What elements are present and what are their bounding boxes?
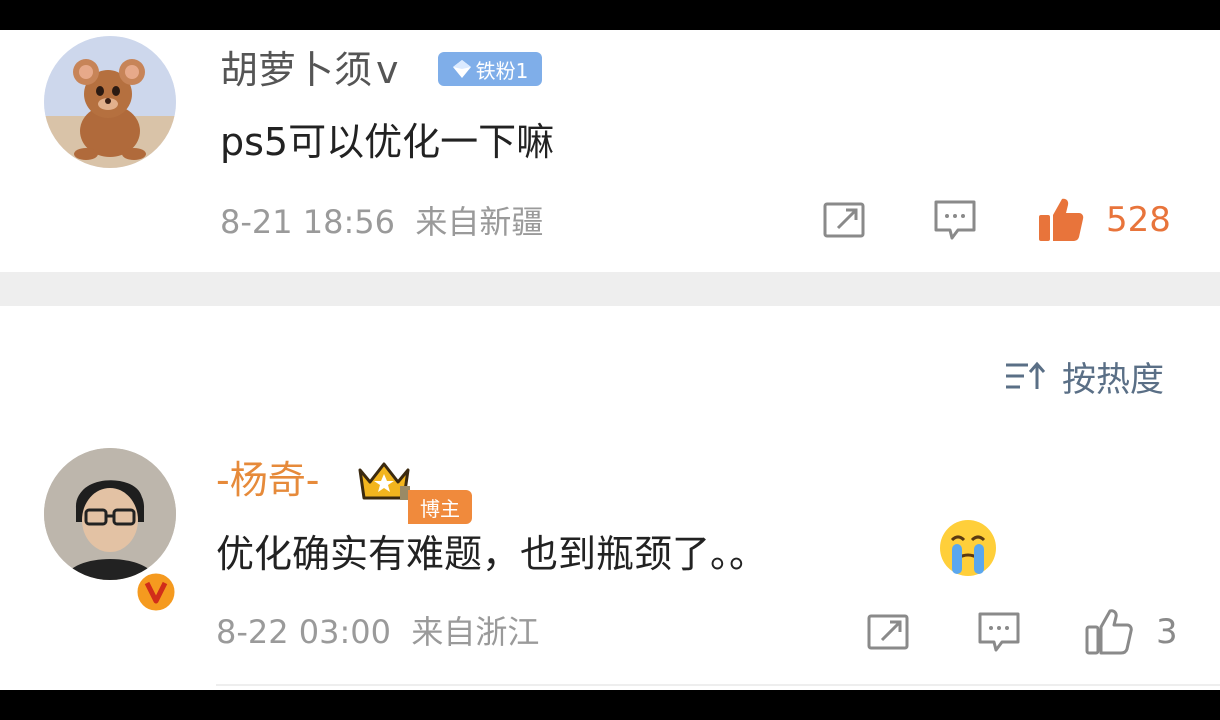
like-count: 3: [1156, 612, 1178, 652]
sort-label: 按热度: [1062, 359, 1164, 400]
crying-face-emoji: [940, 520, 996, 576]
like-button[interactable]: 3: [1084, 606, 1178, 658]
bottom-divider: [216, 684, 1220, 686]
comment-meta: 8-22 03:00 来自浙江: [216, 613, 540, 651]
reply-icon[interactable]: [976, 610, 1022, 654]
avatar[interactable]: [44, 448, 176, 580]
verified-v-icon: [134, 570, 178, 614]
comment-panel: 胡萝卜须 v 铁粉1 ps5可以优化一下嘛 8-21 18:56 来自新疆 52…: [0, 30, 1220, 690]
crown-icon: [358, 462, 410, 500]
username-text: 胡萝卜须: [220, 48, 373, 92]
comment-meta: 8-21 18:56 来自新疆: [220, 203, 544, 241]
thumbs-up-icon: [1085, 609, 1133, 655]
thumbs-up-icon: [1039, 198, 1084, 241]
sort-button[interactable]: 按热度: [1004, 352, 1164, 400]
fan-badge-label: 铁粉1: [475, 58, 529, 83]
verified-suffix: v: [376, 48, 399, 92]
sort-icon: [1006, 361, 1046, 389]
reply-icon[interactable]: [932, 198, 978, 242]
share-icon[interactable]: [866, 612, 912, 652]
comment-text[interactable]: 优化确实有难题，也到瓶颈了。。: [216, 524, 767, 584]
share-icon[interactable]: [822, 200, 868, 240]
section-divider: [0, 272, 1220, 306]
avatar[interactable]: [44, 36, 176, 168]
like-button[interactable]: 528: [1036, 194, 1171, 246]
fan-badge[interactable]: 铁粉1: [438, 52, 542, 86]
username[interactable]: 胡萝卜须 v: [220, 42, 399, 98]
comment-text[interactable]: ps5可以优化一下嘛: [220, 114, 554, 170]
blogger-badge[interactable]: 博主: [408, 490, 472, 524]
username[interactable]: -杨奇-: [216, 452, 319, 508]
diamond-icon: [452, 60, 471, 78]
like-count: 528: [1106, 200, 1171, 240]
blogger-badge-label: 博主: [420, 496, 460, 521]
comment-text-content: 优化确实有难题，也到瓶颈了。。: [216, 532, 768, 576]
